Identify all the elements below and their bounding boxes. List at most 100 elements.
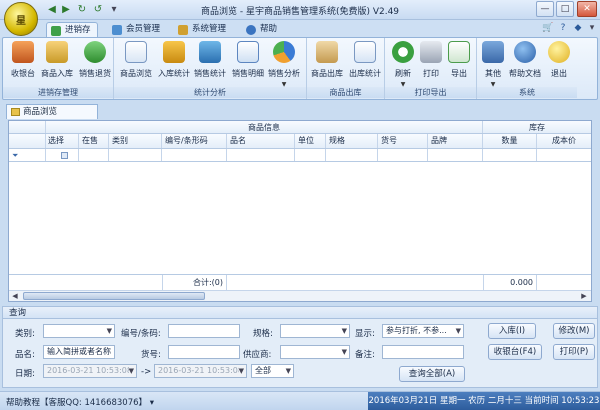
group-label-inventory: 进销存管理	[3, 87, 113, 98]
code-label: 编号/条码:	[121, 329, 161, 339]
cart-icon[interactable]: 🛒	[542, 22, 554, 34]
spec-dropdown-icon: ▼	[341, 327, 347, 335]
close-button[interactable]: ✕	[577, 1, 597, 17]
group-inventory: 收银台 商品入库 销售退货 进销存管理	[3, 38, 114, 99]
grid-column-header: 选择 在售 类别 编号/条形码 品名 单位 规格 货号 品牌 数量 成本价	[9, 134, 591, 149]
stock-out-icon	[316, 41, 338, 63]
category-dropdown-icon: ▼	[106, 327, 112, 335]
sales-detail-ribbon-button[interactable]: 销售明细	[228, 41, 268, 87]
category-select[interactable]: ▼	[43, 324, 115, 338]
col-spec[interactable]: 规格	[326, 134, 378, 148]
filter-cost[interactable]	[537, 149, 591, 161]
sales-analysis-ribbon-button[interactable]: 销售分析 ▼	[264, 41, 304, 88]
help-icon[interactable]: ?	[557, 22, 569, 34]
app-menu-button[interactable]: 星	[4, 2, 38, 36]
cashier-button[interactable]: 收银台(F4)	[488, 344, 542, 360]
date-range-dropdown-icon: ▼	[285, 367, 291, 375]
sales-return-ribbon-button[interactable]: 销售退货	[75, 41, 115, 87]
minimize-button[interactable]: —	[536, 1, 554, 17]
filter-select[interactable]	[46, 149, 79, 161]
display-select[interactable]: 参与打折, 不参... ▼	[382, 324, 464, 338]
col-code[interactable]: 编号/条形码	[162, 134, 227, 148]
skin-icon[interactable]: ◆	[572, 22, 584, 34]
spec-select[interactable]: ▼	[280, 324, 350, 338]
maximize-button[interactable]: □	[556, 1, 574, 17]
scroll-left-icon[interactable]: ◀	[10, 291, 20, 301]
filter-name[interactable]	[227, 149, 295, 161]
name-input[interactable]: 输入简拼或者名称	[43, 345, 115, 359]
date-to-dropdown-icon: ▼	[238, 365, 244, 377]
tab-members[interactable]: 会员管理	[108, 22, 166, 38]
filter-item-no[interactable]	[378, 149, 428, 161]
grid-filter-row: ⏷	[9, 149, 591, 162]
inventory-tab-icon	[51, 26, 61, 36]
sales-detail-icon	[237, 41, 259, 63]
date-arrow: ->	[141, 367, 152, 377]
code-input[interactable]	[168, 324, 240, 338]
col-cost[interactable]: 成本价	[537, 134, 591, 148]
col-quantity[interactable]: 数量	[483, 134, 537, 148]
scroll-right-icon[interactable]: ▶	[579, 291, 589, 301]
filter-icon[interactable]: ⏷	[9, 149, 46, 161]
filter-brand[interactable]	[428, 149, 483, 161]
filter-quantity[interactable]	[483, 149, 537, 161]
help-tutorial-link[interactable]: 帮助教程【客服QQ: 1416683076】 ▾	[6, 396, 154, 408]
tab-help[interactable]: 帮助	[242, 22, 283, 38]
date-from-picker[interactable]: 2016-03-21 10:53:08 ▼	[43, 364, 137, 378]
col-category[interactable]: 类别	[109, 134, 162, 148]
datetime-display: 2016年03月21日 星期一 农历 二月十三 当前时间 10:53:23	[368, 392, 600, 410]
tab-inventory[interactable]: 进销存	[46, 22, 98, 38]
ribbon-tabs: 进销存 会员管理 系统管理 帮助	[0, 20, 600, 38]
col-on-sale[interactable]: 在售	[79, 134, 109, 148]
col-unit[interactable]: 单位	[295, 134, 326, 148]
note-label: 备注:	[355, 350, 375, 360]
tab-system[interactable]: 系统管理	[174, 22, 232, 38]
product-browse-ribbon-button[interactable]: 商品浏览	[116, 41, 156, 87]
modify-button[interactable]: 修改(M)	[553, 323, 595, 339]
query-all-button[interactable]: 查询全部(A)	[399, 366, 465, 382]
note-input[interactable]	[382, 345, 464, 359]
export-icon	[448, 41, 470, 63]
stock-out-stats-icon	[354, 41, 376, 63]
horizontal-scrollbar[interactable]: ◀ ▶	[9, 290, 591, 301]
col-brand[interactable]: 品牌	[428, 134, 483, 148]
item-no-input[interactable]	[168, 345, 240, 359]
stock-out-stats-ribbon-button[interactable]: 出库统计	[345, 41, 385, 87]
display-label: 显示:	[355, 329, 375, 339]
filter-code[interactable]	[162, 149, 227, 161]
filter-unit[interactable]	[295, 149, 326, 161]
date-to-picker[interactable]: 2016-03-21 10:53:08 ▼	[154, 364, 247, 378]
print-button[interactable]: 打印(P)	[553, 344, 595, 360]
doc-tab-product-browse[interactable]: 商品浏览	[6, 104, 98, 119]
sales-stats-ribbon-button[interactable]: 销售统计	[190, 41, 230, 87]
group-label-system: 系统	[477, 87, 577, 98]
supplier-dropdown-icon: ▼	[341, 348, 347, 356]
stock-in-button[interactable]: 入库(I)	[488, 323, 536, 339]
exit-ribbon-button[interactable]: 退出	[539, 41, 579, 87]
filter-spec[interactable]	[326, 149, 378, 161]
filter-category[interactable]	[109, 149, 162, 161]
col-item-no[interactable]: 货号	[378, 134, 428, 148]
query-panel: 类别: ▼ 编号/条码: 规格: ▼ 显示: 参与打折, 不参... ▼ 入库(I…	[2, 319, 598, 388]
help-doc-icon	[514, 41, 536, 63]
stock-in-stats-icon	[163, 41, 185, 63]
ribbon-options-icon[interactable]: ▾	[586, 22, 598, 34]
spec-label: 规格:	[253, 329, 273, 339]
group-print-export: 刷新 ▼ 打印 导出 打印导出	[385, 38, 477, 99]
query-panel-header: 查询	[2, 306, 598, 319]
stock-out-ribbon-button[interactable]: 商品出库	[307, 41, 347, 87]
select-all-checkbox[interactable]	[61, 152, 68, 159]
scroll-thumb[interactable]	[23, 292, 205, 300]
group-label-stock-out: 商品出库	[307, 87, 384, 98]
stock-in-stats-ribbon-button[interactable]: 入库统计	[154, 41, 194, 87]
supplier-select[interactable]: ▼	[280, 345, 350, 359]
col-select[interactable]: 选择	[46, 134, 79, 148]
date-range-select[interactable]: 全部 ▼	[251, 364, 294, 378]
status-bar: 帮助教程【客服QQ: 1416683076】 ▾ 2016年03月21日 星期一…	[0, 391, 600, 410]
document-tabs: 商品浏览	[2, 103, 598, 119]
sales-return-icon	[84, 41, 106, 63]
stock-in-ribbon-button[interactable]: 商品入库	[37, 41, 77, 87]
filter-on-sale[interactable]	[79, 149, 109, 161]
display-dropdown-icon: ▼	[455, 325, 461, 337]
col-name[interactable]: 品名	[227, 134, 295, 148]
